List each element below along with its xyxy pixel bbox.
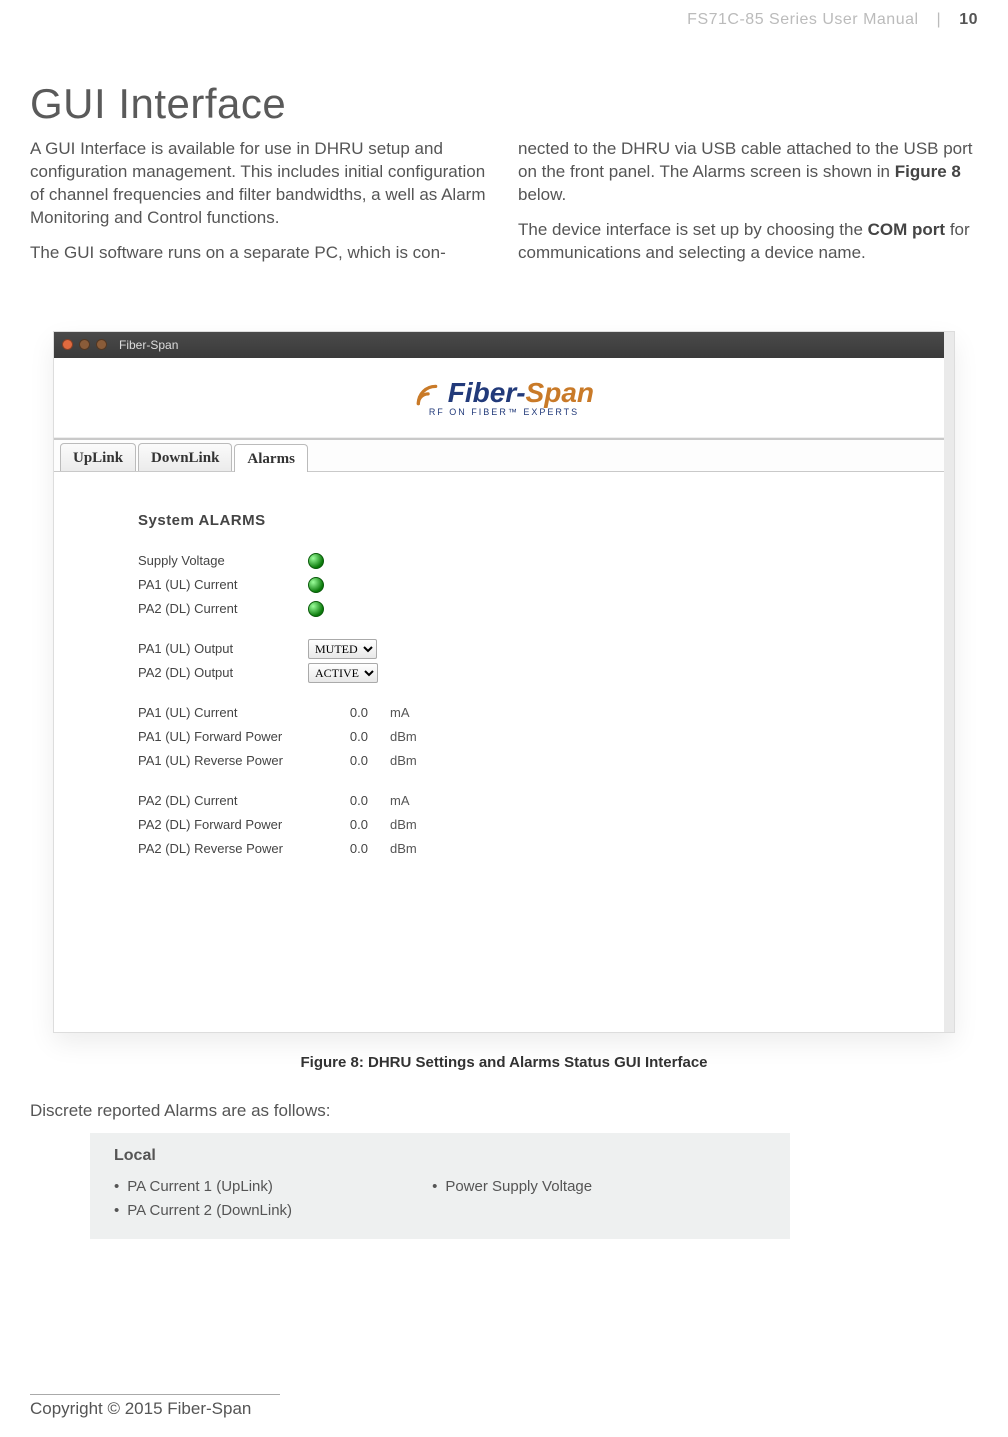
row-metric-2: PA1 (UL) Forward Power 0.0 dBm: [138, 725, 954, 749]
brand-logo: Fiber-Span RF ON FIBER™ EXPERTS: [414, 377, 594, 417]
metric-label: PA1 (UL) Current: [138, 705, 308, 720]
metric-value: 0.0: [308, 793, 368, 808]
logo-text-right: Span: [526, 377, 594, 408]
paragraph-1: A GUI Interface is available for use in …: [30, 138, 490, 230]
local-alarms-box: Local PA Current 1 (UpLink) PA Current 2…: [90, 1133, 790, 1239]
metric-value: 0.0: [308, 817, 368, 832]
select-pa1-ul-output[interactable]: MUTED: [308, 639, 377, 659]
metric-value: 0.0: [308, 729, 368, 744]
metric-unit: mA: [368, 793, 428, 808]
metric-value: 0.0: [308, 753, 368, 768]
label-pa2-dl-output: PA2 (DL) Output: [138, 665, 308, 680]
para3-bold: Figure 8: [895, 162, 961, 181]
metric-value: 0.0: [308, 705, 368, 720]
window-title: Fiber-Span: [119, 338, 178, 352]
metric-unit: dBm: [368, 753, 428, 768]
scrollbar[interactable]: [944, 332, 954, 1032]
metric-label: PA2 (DL) Forward Power: [138, 817, 308, 832]
status-led-icon: [308, 577, 324, 593]
app-window: Fiber-Span Fiber-Span RF ON FIBER™ EXPER…: [54, 332, 954, 1032]
section-body: A GUI Interface is available for use in …: [30, 138, 978, 277]
logo-tagline: RF ON FIBER™ EXPERTS: [429, 407, 579, 417]
local-list-col2: Power Supply Voltage: [432, 1175, 592, 1223]
label-supply-voltage: Supply Voltage: [138, 553, 308, 568]
row-metric-3: PA1 (UL) Reverse Power 0.0 dBm: [138, 749, 954, 773]
row-supply-voltage: Supply Voltage: [138, 549, 954, 573]
local-heading: Local: [114, 1147, 766, 1165]
row-metric-1: PA1 (UL) Current 0.0 mA: [138, 701, 954, 725]
window-maximize-icon[interactable]: [96, 339, 107, 350]
page-header: FS71C-85 Series User Manual | 10: [30, 0, 978, 40]
row-metric-5: PA2 (DL) Forward Power 0.0 dBm: [138, 813, 954, 837]
window-titlebar: Fiber-Span: [54, 332, 954, 358]
label-pa1-ul-current: PA1 (UL) Current: [138, 577, 308, 592]
paragraph-3: nected to the DHRU via USB cable attache…: [518, 138, 978, 207]
para3-post: below.: [518, 185, 566, 204]
metric-unit: dBm: [368, 817, 428, 832]
para4-bold: COM port: [868, 220, 945, 239]
metric-unit: mA: [368, 705, 428, 720]
metric-unit: dBm: [368, 841, 428, 856]
list-item: Power Supply Voltage: [432, 1175, 592, 1199]
metric-label: PA2 (DL) Current: [138, 793, 308, 808]
tab-alarms[interactable]: Alarms: [234, 444, 308, 472]
label-pa2-dl-current: PA2 (DL) Current: [138, 601, 308, 616]
select-pa2-dl-output[interactable]: ACTIVE: [308, 663, 378, 683]
manual-title: FS71C-85 Series User Manual: [687, 11, 918, 29]
footer-rule: [30, 1394, 280, 1395]
paragraph-2: The GUI software runs on a separate PC, …: [30, 242, 490, 265]
window-minimize-icon[interactable]: [79, 339, 90, 350]
paragraph-4: The device interface is set up by choosi…: [518, 219, 978, 265]
metric-unit: dBm: [368, 729, 428, 744]
list-item: PA Current 1 (UpLink): [114, 1175, 292, 1199]
discrete-intro: Discrete reported Alarms are as follows:: [30, 1101, 978, 1121]
logo-banner: Fiber-Span RF ON FIBER™ EXPERTS: [54, 358, 954, 438]
row-metric-6: PA2 (DL) Reverse Power 0.0 dBm: [138, 837, 954, 861]
page-number: 10: [959, 11, 978, 29]
tab-bar: UpLink DownLink Alarms: [54, 438, 954, 472]
metric-label: PA2 (DL) Reverse Power: [138, 841, 308, 856]
para4-pre: The device interface is set up by choosi…: [518, 220, 868, 239]
row-pa1-ul-current-status: PA1 (UL) Current: [138, 573, 954, 597]
row-pa2-dl-current-status: PA2 (DL) Current: [138, 597, 954, 621]
metric-label: PA1 (UL) Reverse Power: [138, 753, 308, 768]
status-led-icon: [308, 601, 324, 617]
copyright: Copyright © 2015 Fiber-Span: [30, 1399, 251, 1418]
tab-uplink[interactable]: UpLink: [60, 443, 136, 471]
status-led-icon: [308, 553, 324, 569]
metric-label: PA1 (UL) Forward Power: [138, 729, 308, 744]
tab-downlink[interactable]: DownLink: [138, 443, 232, 471]
section-title: GUI Interface: [30, 80, 978, 128]
alarms-pane: System ALARMS Supply Voltage PA1 (UL) Cu…: [54, 472, 954, 1032]
label-pa1-ul-output: PA1 (UL) Output: [138, 641, 308, 656]
row-pa2-dl-output: PA2 (DL) Output ACTIVE: [138, 661, 954, 685]
logo-text-left: Fiber-: [448, 377, 526, 408]
page-footer: Copyright © 2015 Fiber-Span: [30, 1394, 280, 1419]
metric-value: 0.0: [308, 841, 368, 856]
figure-caption: Figure 8: DHRU Settings and Alarms Statu…: [30, 1054, 978, 1071]
local-list-col1: PA Current 1 (UpLink) PA Current 2 (Down…: [114, 1175, 292, 1223]
window-close-icon[interactable]: [62, 339, 73, 350]
list-item: PA Current 2 (DownLink): [114, 1199, 292, 1223]
row-pa1-ul-output: PA1 (UL) Output MUTED: [138, 637, 954, 661]
row-metric-4: PA2 (DL) Current 0.0 mA: [138, 789, 954, 813]
header-separator: |: [937, 11, 942, 29]
signal-arc-icon: [414, 382, 440, 408]
alarms-heading: System ALARMS: [138, 512, 954, 529]
